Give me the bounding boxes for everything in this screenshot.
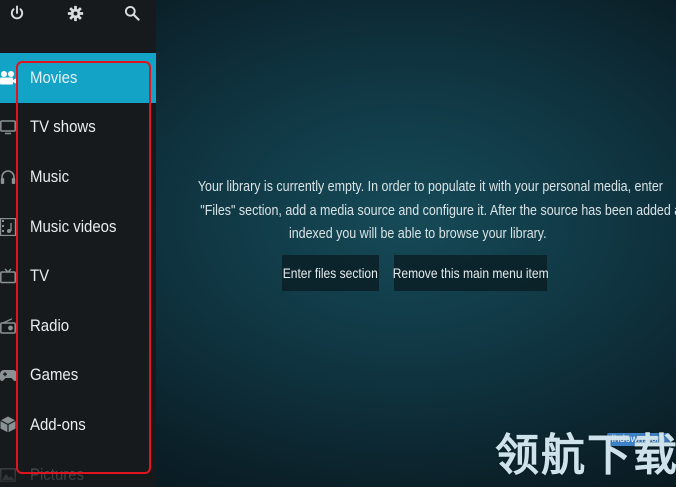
- sidebar-item-label: Movies: [30, 67, 78, 87]
- radio-icon: [0, 315, 18, 337]
- message-line-3: indexed you will be able to browse your …: [289, 226, 547, 242]
- remove-menu-item-button[interactable]: Remove this main menu item: [392, 255, 549, 291]
- sidebar-item-music-videos[interactable]: Music videos: [0, 202, 156, 252]
- sidebar-item-label: Music videos: [30, 216, 117, 236]
- kodi-screen: Movies TV shows Music Music videos TV Ra…: [0, 0, 676, 487]
- sidebar-item-pictures[interactable]: Pictures: [0, 450, 156, 487]
- message-line-1: Your library is currently empty. In orde…: [197, 179, 663, 195]
- sidebar-item-radio[interactable]: Radio: [0, 301, 156, 351]
- power-icon[interactable]: [5, 0, 29, 26]
- headphones-icon: [0, 166, 18, 188]
- sidebar-item-movies[interactable]: Movies: [0, 53, 156, 103]
- sidebar-item-music[interactable]: Music: [0, 152, 156, 202]
- watermark-text: 领航下载: [495, 431, 676, 480]
- sidebar-item-label: Games: [30, 365, 79, 385]
- enter-files-section-button[interactable]: Enter files section: [282, 255, 379, 291]
- sidebar-item-games[interactable]: Games: [0, 351, 156, 401]
- picture-icon: [0, 464, 18, 486]
- remove-menu-item-label: Remove this main menu item: [392, 265, 549, 281]
- top-bar: [0, 0, 156, 30]
- box-icon: [0, 414, 18, 436]
- gamepad-icon: [0, 364, 18, 386]
- empty-library-message: Your library is currently empty. In orde…: [160, 176, 676, 247]
- sidebar-item-add-ons[interactable]: Add-ons: [0, 400, 156, 450]
- sidebar-item-label: Add-ons: [30, 414, 86, 434]
- tv-icon: [0, 116, 18, 138]
- sidebar-item-label: Music: [30, 166, 70, 186]
- film-music-icon: [0, 216, 18, 238]
- search-icon[interactable]: [120, 0, 144, 26]
- sidebar-item-label: Radio: [30, 315, 70, 335]
- sidebar-item-tv-shows[interactable]: TV shows: [0, 103, 156, 153]
- sidebar-item-label: Pictures: [30, 464, 85, 484]
- message-line-2: "Files" section, add a media source and …: [200, 202, 676, 219]
- enter-files-section-label: Enter files section: [282, 265, 379, 281]
- movie-camera-icon: [0, 67, 18, 89]
- sidebar-item-label: TV shows: [30, 117, 96, 137]
- gear-icon[interactable]: [63, 0, 87, 26]
- action-buttons: Enter files section Remove this main men…: [0, 255, 676, 291]
